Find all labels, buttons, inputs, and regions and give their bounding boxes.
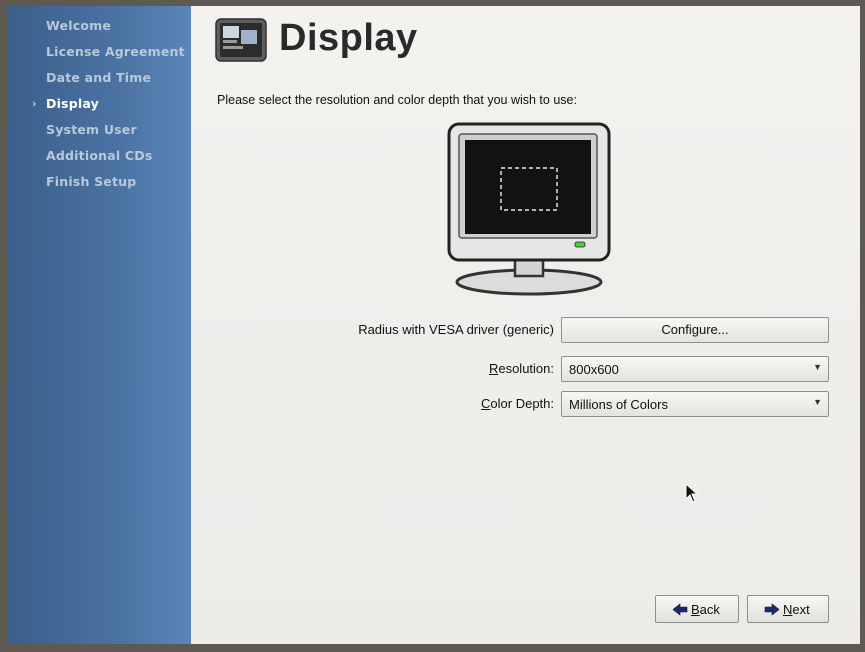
color-depth-mnemonic: C — [481, 396, 491, 411]
next-label-text: ext — [792, 602, 810, 617]
resolution-mnemonic: R — [488, 361, 499, 376]
main-panel: Display Please select the resolution and… — [191, 6, 860, 644]
color-depth-label: Color Depth: — [481, 396, 554, 411]
sidebar-item-system-user: System User — [46, 122, 137, 137]
next-label: Next — [783, 602, 810, 617]
sidebar-item-finish-setup: Finish Setup — [46, 174, 137, 189]
back-button[interactable]: Back — [655, 595, 739, 623]
back-arrow-icon — [672, 603, 688, 616]
chevron-down-icon: ▼ — [813, 397, 822, 407]
installer-screen: Welcome License Agreement Date and Time … — [8, 6, 860, 644]
chevron-down-icon: ▼ — [813, 362, 822, 372]
color-depth-value: Millions of Colors — [569, 397, 668, 412]
back-label-text: ack — [699, 602, 720, 617]
current-step-arrow-icon: › — [32, 97, 37, 110]
resolution-select[interactable]: 800x600 ▼ — [561, 356, 829, 382]
next-button[interactable]: Next — [747, 595, 829, 623]
back-label: Back — [691, 602, 720, 617]
mouse-pointer-icon — [685, 483, 699, 503]
sidebar-item-additional-cds: Additional CDs — [46, 148, 153, 163]
color-depth-label-text: olor Depth: — [490, 396, 554, 411]
display-icon — [215, 18, 267, 62]
configure-button[interactable]: Configure... — [561, 317, 829, 343]
sidebar-item-license-agreement: License Agreement — [46, 44, 185, 59]
driver-label: Radius with VESA driver (generic) — [358, 322, 554, 337]
resolution-label: Resolution: — [489, 361, 554, 376]
sidebar: Welcome License Agreement Date and Time … — [8, 6, 191, 644]
back-mnemonic: B — [691, 602, 700, 617]
sidebar-item-display: Display — [46, 96, 99, 111]
instruction-text: Please select the resolution and color d… — [217, 93, 577, 107]
next-mnemonic: N — [783, 602, 793, 617]
next-arrow-icon — [764, 603, 780, 616]
resolution-value: 800x600 — [569, 362, 619, 377]
resolution-label-text: esolution: — [498, 361, 554, 376]
sidebar-item-date-and-time: Date and Time — [46, 70, 152, 85]
color-depth-select[interactable]: Millions of Colors ▼ — [561, 391, 829, 417]
monitor-icon — [447, 122, 611, 296]
page-title: Display — [279, 17, 418, 59]
sidebar-item-welcome: Welcome — [46, 18, 112, 33]
